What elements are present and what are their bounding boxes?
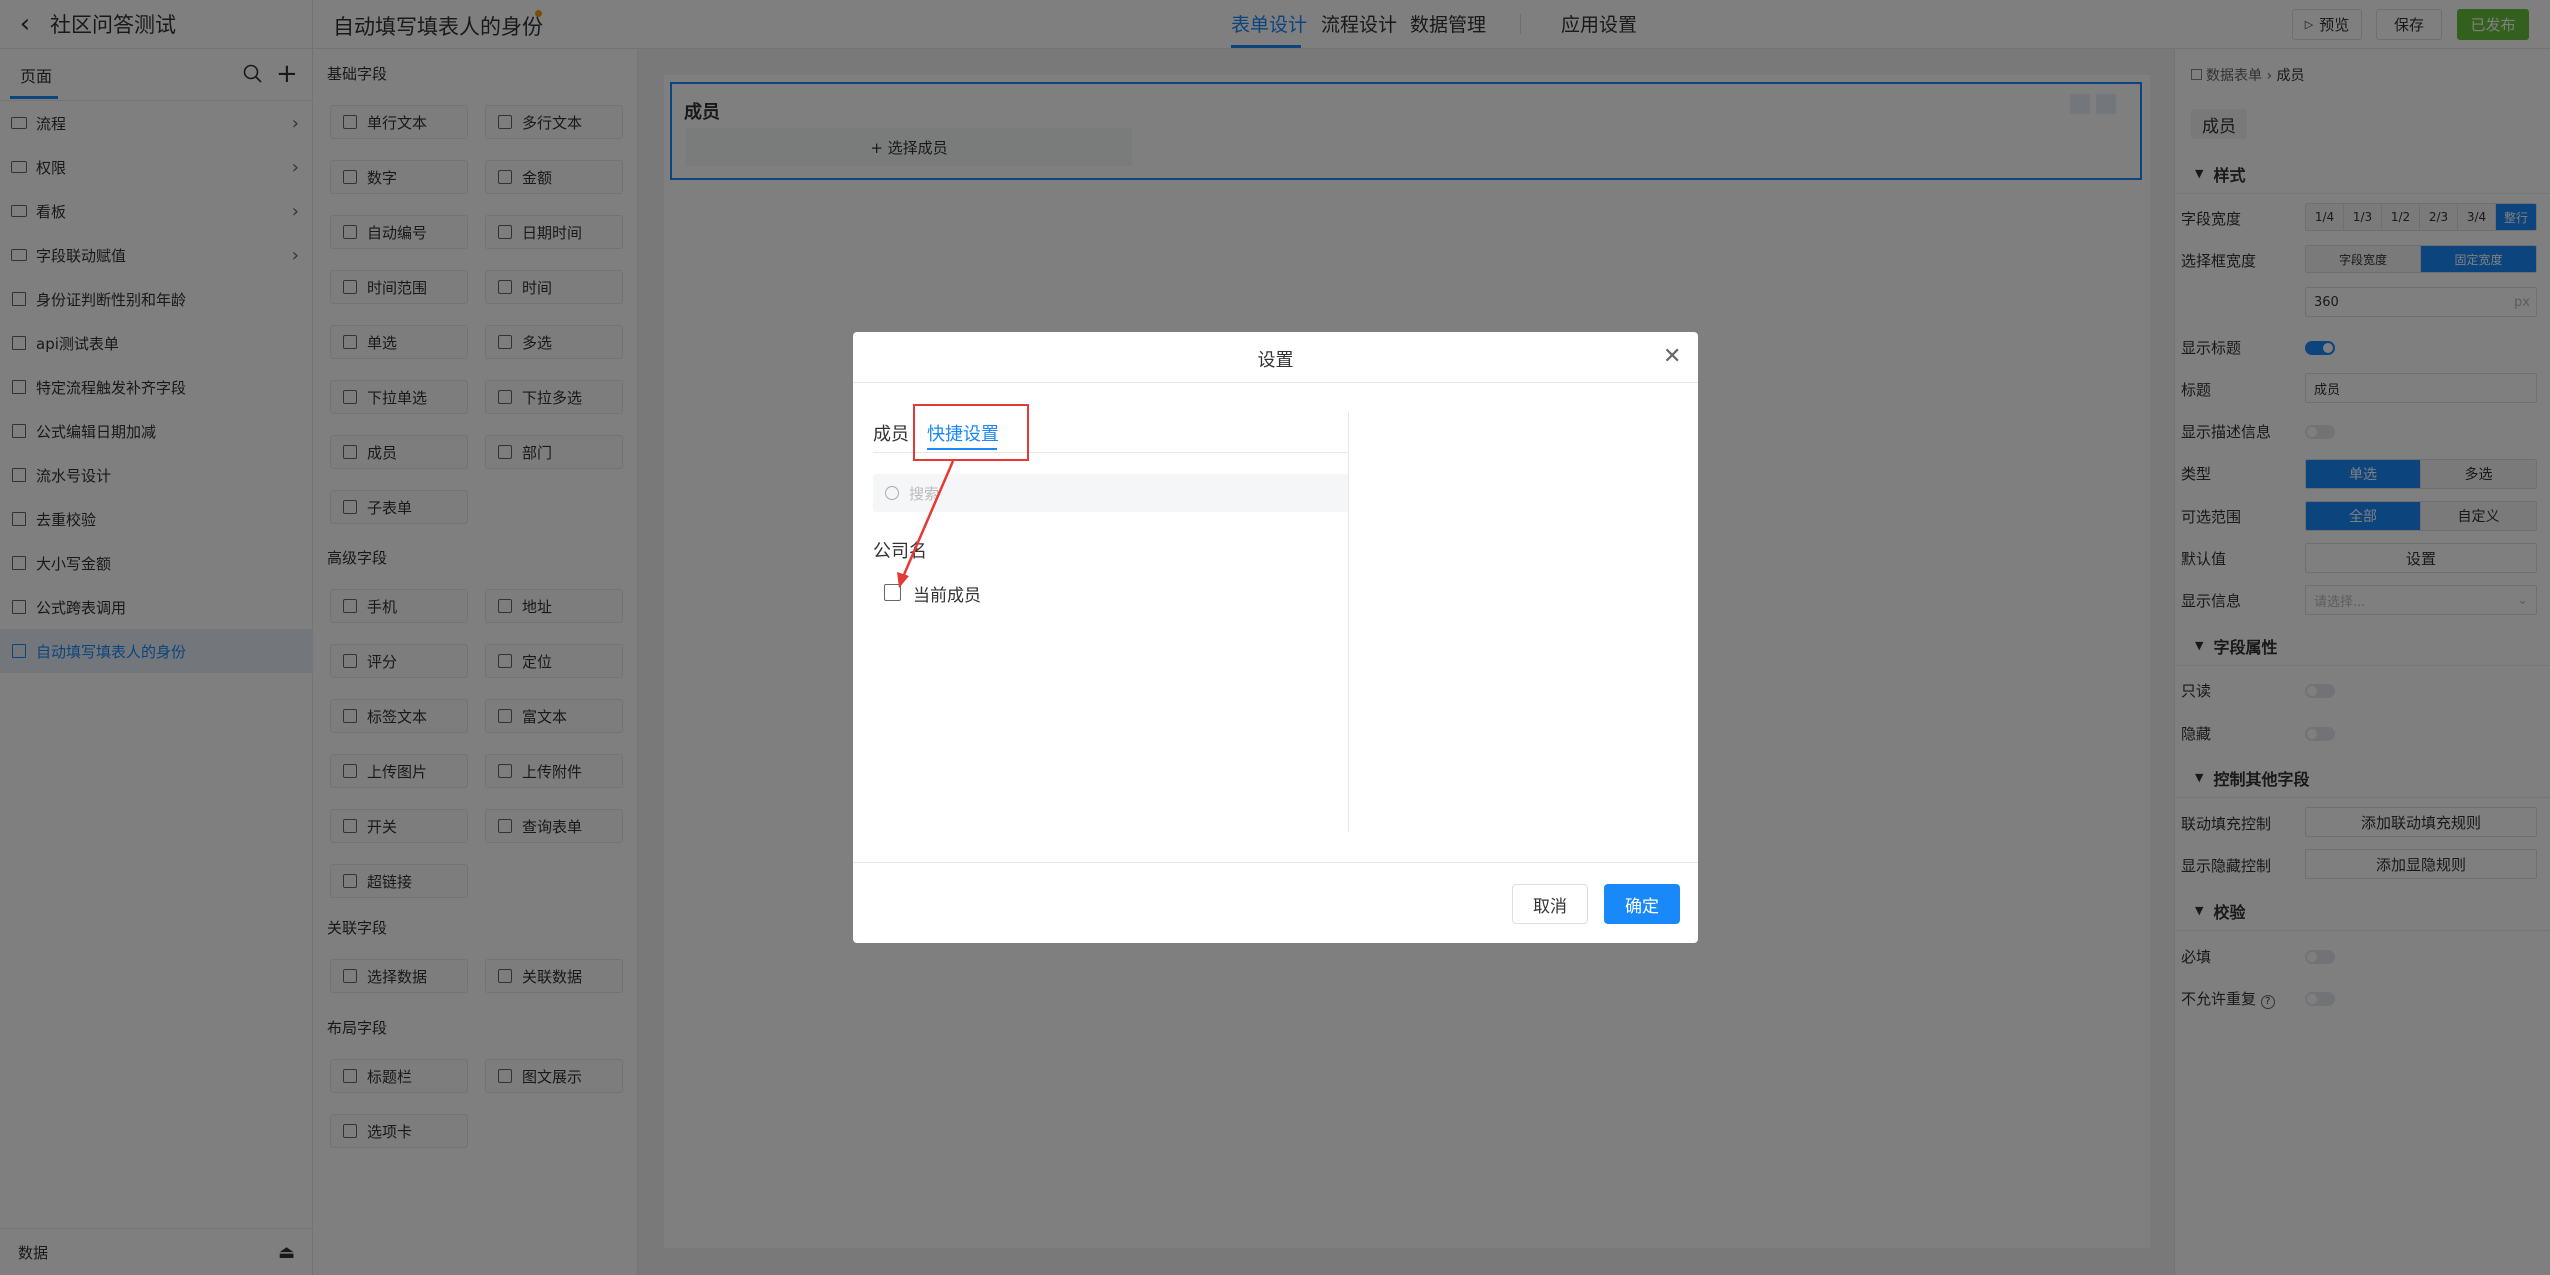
- confirm-button[interactable]: 确定: [1604, 884, 1680, 924]
- search-icon: [885, 486, 899, 500]
- current-member-label[interactable]: 当前成员: [913, 581, 981, 606]
- tab-member[interactable]: 成员: [873, 420, 909, 446]
- vertical-divider: [1348, 412, 1349, 832]
- member-search-input[interactable]: 搜索: [873, 474, 1349, 512]
- highlight-box: [913, 404, 1029, 461]
- divider: [853, 382, 1698, 383]
- close-icon[interactable]: ✕: [1663, 344, 1681, 369]
- company-name: 公司名: [873, 541, 927, 562]
- cancel-button[interactable]: 取消: [1512, 884, 1588, 924]
- current-member-checkbox[interactable]: [884, 584, 901, 601]
- footer-divider: [853, 862, 1698, 863]
- dialog-title: 设置: [1257, 350, 1294, 371]
- settings-dialog: 设置 ✕ 成员 快捷设置 搜索 公司名 当前成员 取消 确定: [853, 332, 1698, 943]
